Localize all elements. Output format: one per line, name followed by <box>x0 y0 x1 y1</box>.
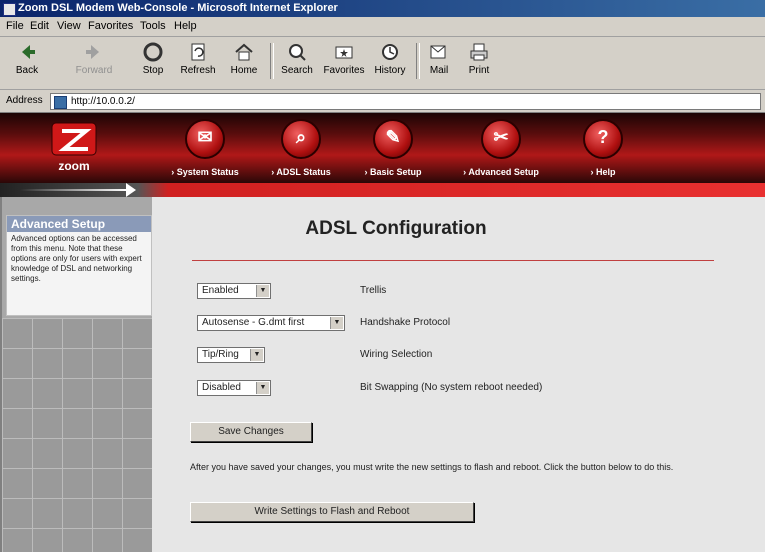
sidebar-pattern <box>2 318 152 552</box>
bit-swapping-select[interactable]: Disabled ▼ <box>197 380 271 396</box>
dropdown-arrow-icon: ▼ <box>256 382 269 394</box>
write-flash-reboot-button[interactable]: Write Settings to Flash and Reboot <box>190 502 474 522</box>
mail-button[interactable]: Mail <box>422 39 456 85</box>
page-icon <box>54 96 67 109</box>
wiring-selection-select[interactable]: Tip/Ring ▼ <box>197 347 265 363</box>
trellis-label: Trellis <box>360 285 387 296</box>
handshake-protocol-value: Autosense - G.dmt first <box>202 317 305 328</box>
print-icon <box>470 43 488 61</box>
nav-basic-setup[interactable]: ✎ › Basic Setup <box>338 115 448 181</box>
favorites-icon <box>335 46 353 59</box>
toolbar: Back Forward Stop Refresh Home Search Fa… <box>0 37 765 90</box>
address-input[interactable]: http://10.0.0.2/ <box>50 93 761 110</box>
address-bar: Address http://10.0.0.2/ <box>0 90 765 113</box>
stop-label: Stop <box>142 65 164 76</box>
handshake-protocol-select[interactable]: Autosense - G.dmt first ▼ <box>197 315 345 331</box>
nav-adsl-status-label: › ADSL Status <box>271 167 331 177</box>
trellis-select[interactable]: Enabled ▼ <box>197 283 271 299</box>
menu-favorites[interactable]: Favorites <box>88 20 133 32</box>
forward-button[interactable]: Forward <box>70 39 118 85</box>
toolbar-separator <box>270 43 274 79</box>
refresh-button[interactable]: Refresh <box>178 39 218 85</box>
mail-icon <box>430 45 446 59</box>
stop-icon <box>143 42 163 62</box>
home-icon <box>235 43 253 61</box>
print-label: Print <box>468 65 490 76</box>
print-button[interactable]: Print <box>462 39 496 85</box>
sidebar-heading: Advanced Setup <box>7 216 151 232</box>
wiring-selection-value: Tip/Ring <box>202 349 239 360</box>
history-button[interactable]: History <box>370 39 410 85</box>
nav-advanced-setup-label: › Advanced Setup <box>463 167 539 177</box>
history-label: History <box>374 65 406 76</box>
stop-button[interactable]: Stop <box>136 39 170 85</box>
search-button[interactable]: Search <box>276 39 318 85</box>
bit-swapping-value: Disabled <box>202 382 241 393</box>
sidebar-info-box: Advanced Setup Advanced options can be a… <box>6 215 152 316</box>
menu-bar: File Edit View Favorites Tools Help <box>0 17 765 37</box>
menu-view[interactable]: View <box>57 20 81 32</box>
back-button[interactable]: Back <box>6 39 48 85</box>
nav-help[interactable]: ? › Help <box>548 115 658 181</box>
address-label: Address <box>6 95 43 106</box>
forward-arrow-icon <box>86 45 99 59</box>
toolbar-separator <box>416 43 420 79</box>
dropdown-arrow-icon: ▼ <box>256 285 269 297</box>
nav-system-status[interactable]: ✉ › System Status <box>150 115 260 181</box>
nav-help-label: › Help <box>590 167 616 177</box>
ie-icon <box>3 3 16 16</box>
nav-basic-setup-label: › Basic Setup <box>364 167 422 177</box>
back-arrow-icon <box>22 45 35 59</box>
refresh-icon <box>191 43 205 61</box>
favorites-label: Favorites <box>323 65 365 76</box>
arrow-trail <box>20 189 126 191</box>
nav-advanced-setup[interactable]: ✂ › Advanced Setup <box>446 115 556 181</box>
basic-setup-icon: ✎ <box>373 119 413 159</box>
adsl-status-icon: ⌕ <box>281 119 321 159</box>
title-bar: Zoom DSL Modem Web-Console - Microsoft I… <box>0 0 765 17</box>
menu-help[interactable]: Help <box>174 20 197 32</box>
system-status-icon: ✉ <box>185 119 225 159</box>
sidebar-text: Advanced options can be accessed from th… <box>11 234 142 283</box>
wiring-selection-label: Wiring Selection <box>360 349 433 360</box>
favorites-button[interactable]: Favorites <box>320 39 368 85</box>
arrow-icon <box>126 183 136 197</box>
back-label: Back <box>15 65 39 76</box>
save-changes-button[interactable]: Save Changes <box>190 422 312 442</box>
zoom-logo[interactable]: zoom <box>34 119 114 177</box>
forward-label: Forward <box>75 65 113 76</box>
page-title: ADSL Configuration <box>305 218 487 239</box>
nav-system-status-label: › System Status <box>171 167 239 177</box>
dropdown-arrow-icon: ▼ <box>330 317 343 329</box>
menu-file[interactable]: File <box>6 20 24 32</box>
flash-reboot-note: After you have saved your changes, you m… <box>190 462 674 472</box>
window-title: Zoom DSL Modem Web-Console - Microsoft I… <box>18 2 338 14</box>
logo-text: zoom <box>58 159 90 173</box>
trellis-value: Enabled <box>202 285 239 296</box>
home-label: Home <box>230 65 258 76</box>
search-icon <box>289 44 306 61</box>
history-icon <box>382 44 398 60</box>
handshake-protocol-label: Handshake Protocol <box>360 317 451 328</box>
advanced-setup-icon: ✂ <box>481 119 521 159</box>
title-divider <box>192 260 714 261</box>
content-area <box>156 197 765 552</box>
dropdown-arrow-icon: ▼ <box>250 349 263 361</box>
bit-swapping-label: Bit Swapping (No system reboot needed) <box>360 382 543 393</box>
menu-tools[interactable]: Tools <box>140 20 166 32</box>
refresh-label: Refresh <box>180 65 216 76</box>
header-banner: zoom ✉ › System Status ⌕ › ADSL Status ✎… <box>0 113 765 183</box>
search-label: Search <box>281 65 313 76</box>
address-url: http://10.0.0.2/ <box>71 96 135 107</box>
home-button[interactable]: Home <box>226 39 262 85</box>
help-icon: ? <box>583 119 623 159</box>
menu-edit[interactable]: Edit <box>30 20 49 32</box>
mail-label: Mail <box>429 65 449 76</box>
